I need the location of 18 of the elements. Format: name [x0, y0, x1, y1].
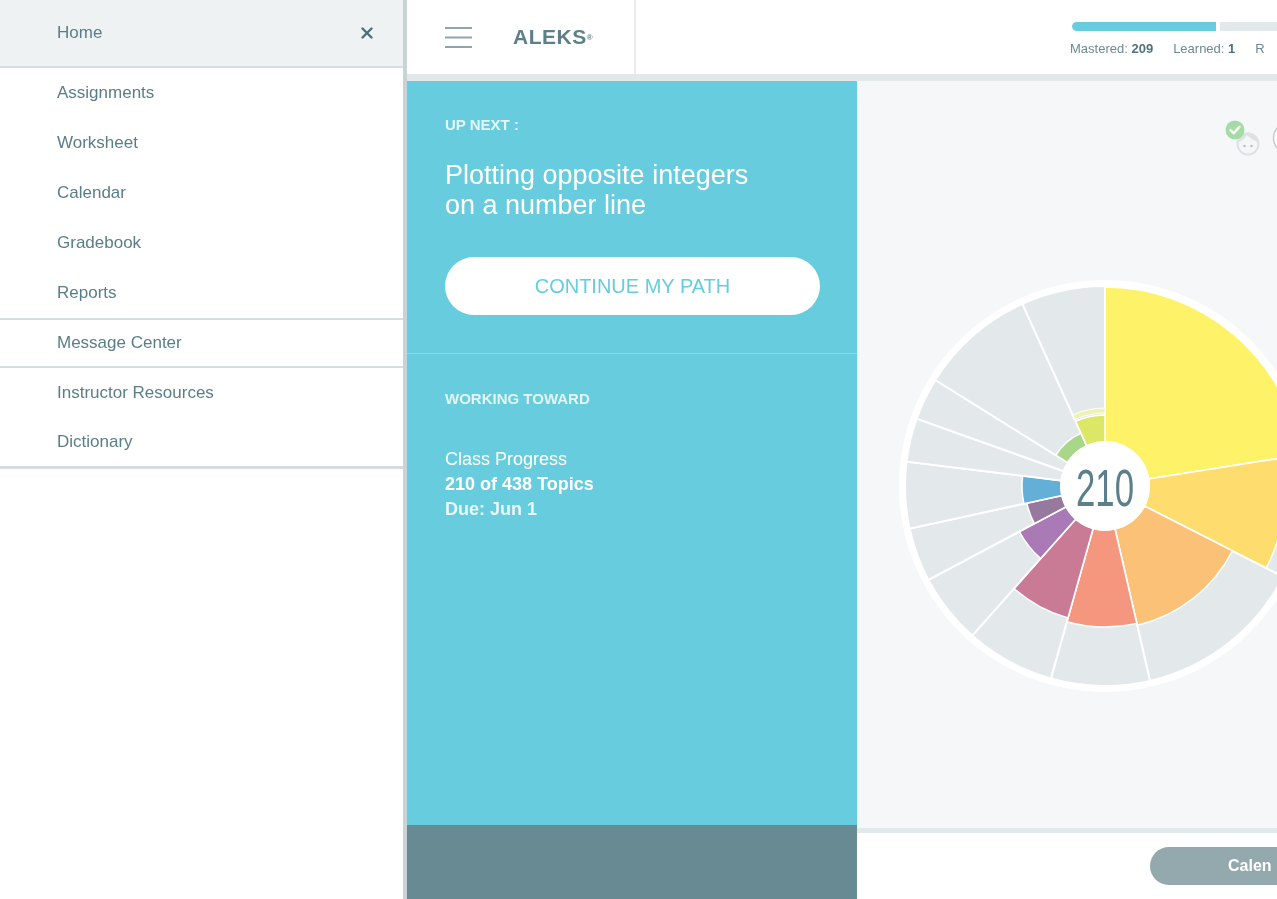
topic-title: Plotting opposite integers on a number line [445, 160, 750, 220]
progress-count: 210 [1076, 459, 1163, 517]
menu-item[interactable]: Home [0, 0, 403, 66]
logo: ALEKS$^{®}$ [513, 24, 594, 51]
goal-name: Class Progress [445, 448, 569, 471]
goal-topics: 210 of 438 Topics [445, 473, 595, 496]
working-toward-label: WORKING TOWARD [445, 390, 591, 408]
avatar-check-icon [1225, 120, 1260, 156]
menu-button[interactable] [445, 26, 472, 48]
up-next-label: UP NEXT : [445, 116, 520, 134]
progress-stat: R [1255, 40, 1265, 58]
progress-stat: Learned: 1 [1173, 40, 1236, 58]
footer-button[interactable]: Calen [1150, 847, 1277, 885]
close-button[interactable] [358, 24, 376, 42]
menu-icon [445, 26, 472, 48]
goal-due-date: Due: Jun 1 [445, 498, 538, 521]
close-icon [358, 24, 376, 42]
progress-stat: Mastered: 209 [1070, 40, 1154, 58]
